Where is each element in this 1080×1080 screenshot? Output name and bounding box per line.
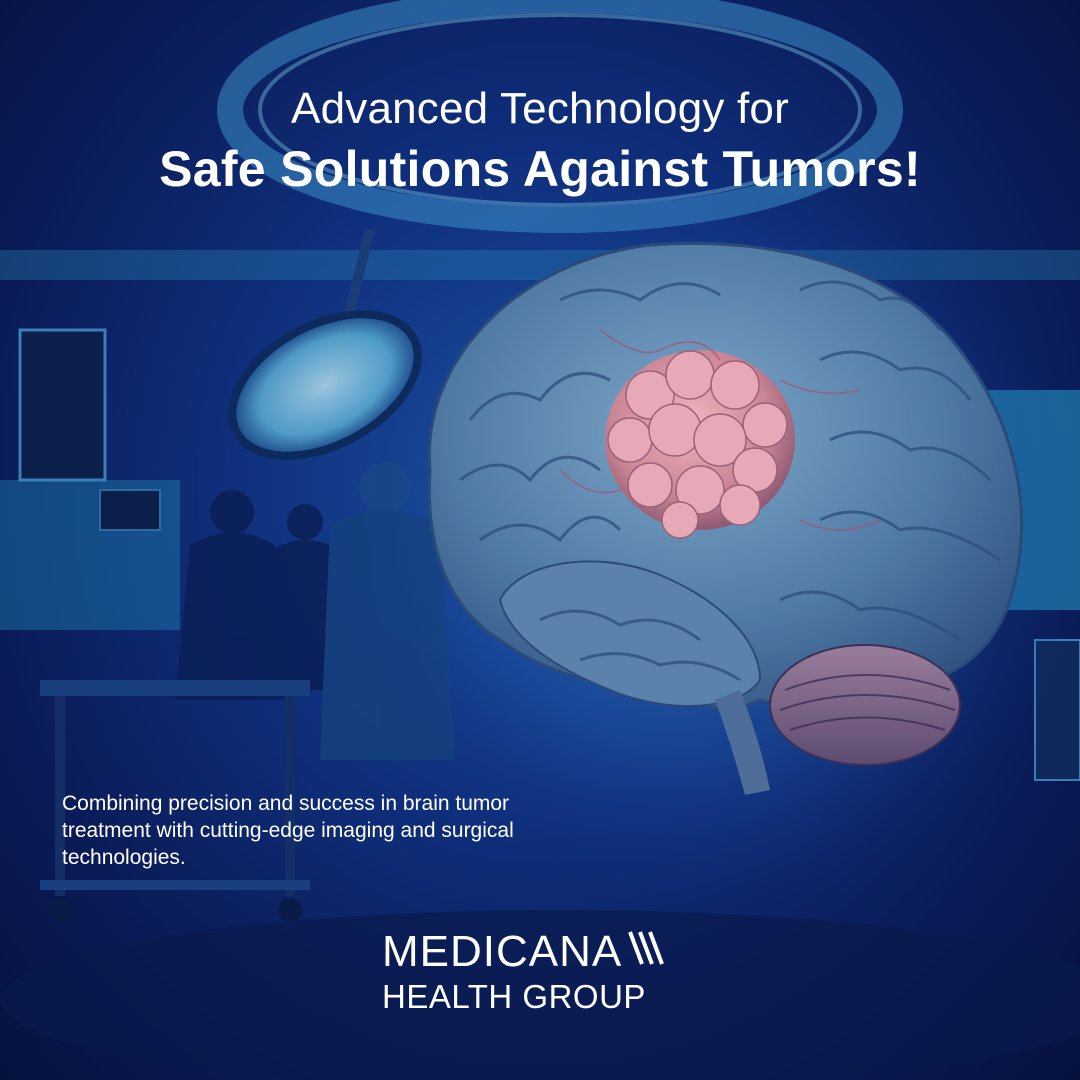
medicana-logo: MEDICANA HEALTH GROUP [382, 930, 702, 1016]
logo-brand-row: MEDICANA [382, 930, 702, 974]
logo-group: HEALTH GROUP [382, 978, 646, 1015]
logo-slashes-icon [626, 930, 666, 974]
headline-line-1: Advanced Technology for [291, 84, 789, 133]
monitor-left [18, 328, 107, 482]
poster: Advanced Technology for Safe Solutions A… [0, 0, 1080, 1080]
tagline: Combining precision and success in brain… [62, 792, 514, 869]
headline: Advanced Technology for Safe Solutions A… [0, 82, 1080, 200]
headline-line-2: Safe Solutions Against Tumors! [159, 141, 921, 197]
logo-brand: MEDICANA [382, 927, 623, 976]
